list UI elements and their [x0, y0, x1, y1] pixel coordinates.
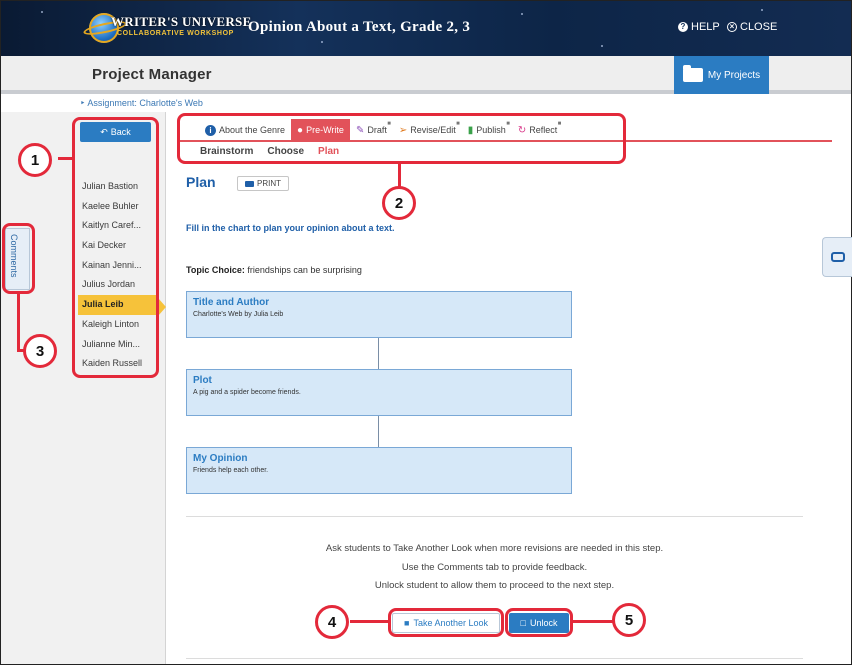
logo-subtitle: COLLABORATIVE WORKSHOP [117, 30, 234, 37]
card-title: My Opinion [193, 453, 248, 464]
left-strip [1, 112, 75, 664]
card-text: Friends help each other. [193, 467, 269, 474]
star-decoration [321, 41, 323, 43]
callout-line [58, 157, 73, 160]
star-decoration [521, 13, 523, 15]
highlight-comments-tab [2, 223, 35, 294]
printer-icon [245, 180, 254, 187]
highlight-step-tabs [177, 113, 626, 164]
close-link[interactable]: × CLOSE [727, 21, 777, 33]
topic-label: Topic Choice: [186, 265, 245, 275]
page-title: Opinion About a Text, Grade 2, 3 [248, 19, 471, 35]
close-label: CLOSE [740, 21, 778, 33]
help-link[interactable]: ? HELP [678, 21, 720, 33]
logo-title: WRITER'S UNIVERSE [111, 14, 252, 29]
folder-icon [682, 65, 703, 82]
project-manager-bar: Project Manager My Projects [1, 56, 851, 94]
close-icon: × [727, 22, 737, 32]
chat-tab[interactable] [822, 237, 852, 277]
plan-title: Plan [186, 174, 216, 190]
star-decoration [601, 45, 603, 47]
help-icon: ? [678, 22, 688, 32]
divider [186, 516, 803, 517]
star-decoration [761, 9, 763, 11]
card-connector [378, 416, 379, 447]
breadcrumb[interactable]: ‣ Assignment: Charlotte's Web [80, 98, 203, 109]
note-line: Unlock student to allow them to proceed … [374, 580, 615, 591]
card-connector [378, 338, 379, 369]
card-text: A pig and a spider become friends. [193, 389, 301, 396]
callout-4: 4 [315, 605, 349, 639]
callout-line [17, 293, 20, 351]
app-header: WRITER'S UNIVERSE COLLABORATIVE WORKSHOP… [1, 1, 851, 56]
plan-card-plot: Plot A pig and a spider become friends. [186, 369, 572, 416]
chat-icon [830, 252, 845, 262]
teacher-notes: Ask students to Take Another Look when m… [186, 540, 803, 596]
active-student-pointer [158, 298, 166, 316]
callout-2: 2 [382, 186, 416, 220]
card-title: Plot [193, 375, 212, 386]
topic-choice: Topic Choice: friendships can be surpris… [186, 265, 362, 275]
card-title: Title and Author [193, 297, 270, 308]
highlight-student-list [72, 117, 159, 378]
plan-card-my-opinion: My Opinion Friends help each other. [186, 447, 572, 494]
my-projects-button[interactable]: My Projects [674, 56, 769, 94]
print-label: PRINT [257, 179, 281, 188]
callout-line [572, 620, 614, 623]
help-label: HELP [691, 21, 720, 33]
note-line: Ask students to Take Another Look when m… [325, 543, 664, 554]
print-button[interactable]: PRINT [237, 176, 289, 191]
callout-5: 5 [612, 603, 646, 637]
divider [186, 658, 803, 659]
my-projects-label: My Projects [707, 69, 761, 81]
callout-line [398, 163, 401, 187]
section-title: Project Manager [92, 66, 212, 83]
card-text: Charlotte's Web by Julia Leib [193, 311, 284, 318]
topic-value: friendships can be surprising [247, 265, 362, 275]
callout-3: 3 [23, 334, 57, 368]
plan-instructions: Fill in the chart to plan your opinion a… [186, 223, 395, 233]
callout-1: 1 [18, 143, 52, 177]
callout-line [350, 620, 390, 623]
highlight-unlock [505, 608, 573, 637]
plan-card-title-author: Title and Author Charlotte's Web by Juli… [186, 291, 572, 338]
star-decoration [41, 11, 43, 13]
note-line: Use the Comments tab to provide feedback… [401, 561, 588, 573]
highlight-take-another-look [388, 608, 504, 637]
logo: WRITER'S UNIVERSE COLLABORATIVE WORKSHOP [82, 13, 251, 45]
